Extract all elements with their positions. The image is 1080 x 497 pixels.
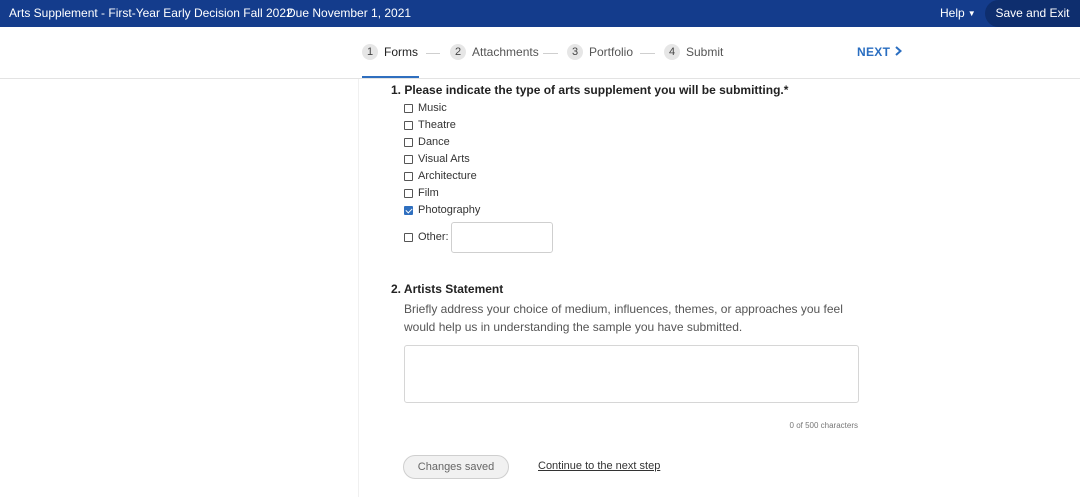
checkbox-box[interactable] bbox=[404, 171, 413, 181]
next-button[interactable]: NEXT bbox=[857, 45, 903, 59]
step-submit[interactable]: 4 Submit bbox=[664, 44, 723, 60]
continue-next-step-link[interactable]: Continue to the next step bbox=[538, 460, 660, 472]
step-label: Attachments bbox=[472, 45, 539, 59]
checkbox-photography[interactable]: Photography bbox=[404, 204, 480, 216]
step-connector bbox=[640, 53, 655, 54]
step-label: Forms bbox=[384, 45, 418, 59]
checkbox-music[interactable]: Music bbox=[404, 102, 447, 114]
checkbox-box[interactable] bbox=[404, 154, 413, 164]
checkbox-label: Visual Arts bbox=[418, 153, 470, 165]
character-counter: 0 of 500 characters bbox=[789, 421, 858, 430]
help-menu[interactable]: Help ▼ bbox=[940, 6, 976, 20]
checkbox-box-checked[interactable] bbox=[404, 205, 413, 215]
step-connector bbox=[426, 53, 440, 54]
step-connector bbox=[543, 53, 558, 54]
top-bar: Arts Supplement - First-Year Early Decis… bbox=[0, 0, 1080, 27]
step-forms[interactable]: 1 Forms bbox=[362, 44, 418, 60]
checkbox-visual-arts[interactable]: Visual Arts bbox=[404, 153, 470, 165]
step-number: 2 bbox=[450, 44, 466, 60]
checkbox-box[interactable] bbox=[404, 137, 413, 147]
step-number: 4 bbox=[664, 44, 680, 60]
active-step-indicator bbox=[362, 76, 419, 78]
step-label: Portfolio bbox=[589, 45, 634, 59]
chevron-right-icon bbox=[895, 45, 903, 59]
step-number: 1 bbox=[362, 44, 378, 60]
step-attachments[interactable]: 2 Attachments bbox=[450, 44, 539, 60]
save-and-exit-button[interactable]: Save and Exit bbox=[985, 0, 1080, 27]
checkbox-label: Photography bbox=[418, 204, 481, 216]
next-label: NEXT bbox=[857, 45, 891, 59]
checkbox-label: Dance bbox=[418, 136, 450, 148]
checkbox-label: Other: bbox=[418, 231, 449, 243]
caret-down-icon: ▼ bbox=[967, 9, 976, 18]
artists-statement-textarea[interactable] bbox=[404, 345, 859, 403]
question-2-title: 2. Artists Statement bbox=[391, 282, 504, 296]
question-1-title: 1. Please indicate the type of arts supp… bbox=[391, 83, 789, 97]
checkbox-box[interactable] bbox=[404, 120, 413, 130]
checkbox-label: Theatre bbox=[418, 119, 456, 131]
help-label: Help bbox=[940, 6, 965, 20]
step-label: Submit bbox=[686, 45, 724, 59]
step-navigation: 1 Forms 2 Attachments 3 Portfolio 4 Subm… bbox=[0, 27, 1080, 79]
step-portfolio[interactable]: 3 Portfolio bbox=[567, 44, 633, 60]
checkbox-film[interactable]: Film bbox=[404, 187, 439, 199]
checkbox-theatre[interactable]: Theatre bbox=[404, 119, 456, 131]
changes-saved-button[interactable]: Changes saved bbox=[403, 455, 509, 479]
checkbox-box[interactable] bbox=[404, 188, 413, 198]
question-2-description: Briefly address your choice of medium, i… bbox=[404, 302, 843, 334]
checkbox-box[interactable] bbox=[404, 232, 413, 242]
checkbox-label: Music bbox=[418, 102, 447, 114]
application-title: Arts Supplement - First-Year Early Decis… bbox=[9, 6, 293, 20]
due-date: Due November 1, 2021 bbox=[287, 6, 412, 20]
checkbox-label: Architecture bbox=[418, 170, 477, 182]
checkbox-architecture[interactable]: Architecture bbox=[404, 170, 477, 182]
content-divider bbox=[358, 79, 359, 497]
other-text-input[interactable] bbox=[451, 222, 553, 253]
step-number: 3 bbox=[567, 44, 583, 60]
checkbox-label: Film bbox=[418, 187, 439, 199]
checkbox-other[interactable]: Other: bbox=[404, 231, 449, 243]
checkbox-dance[interactable]: Dance bbox=[404, 136, 450, 148]
checkbox-box[interactable] bbox=[404, 103, 413, 113]
